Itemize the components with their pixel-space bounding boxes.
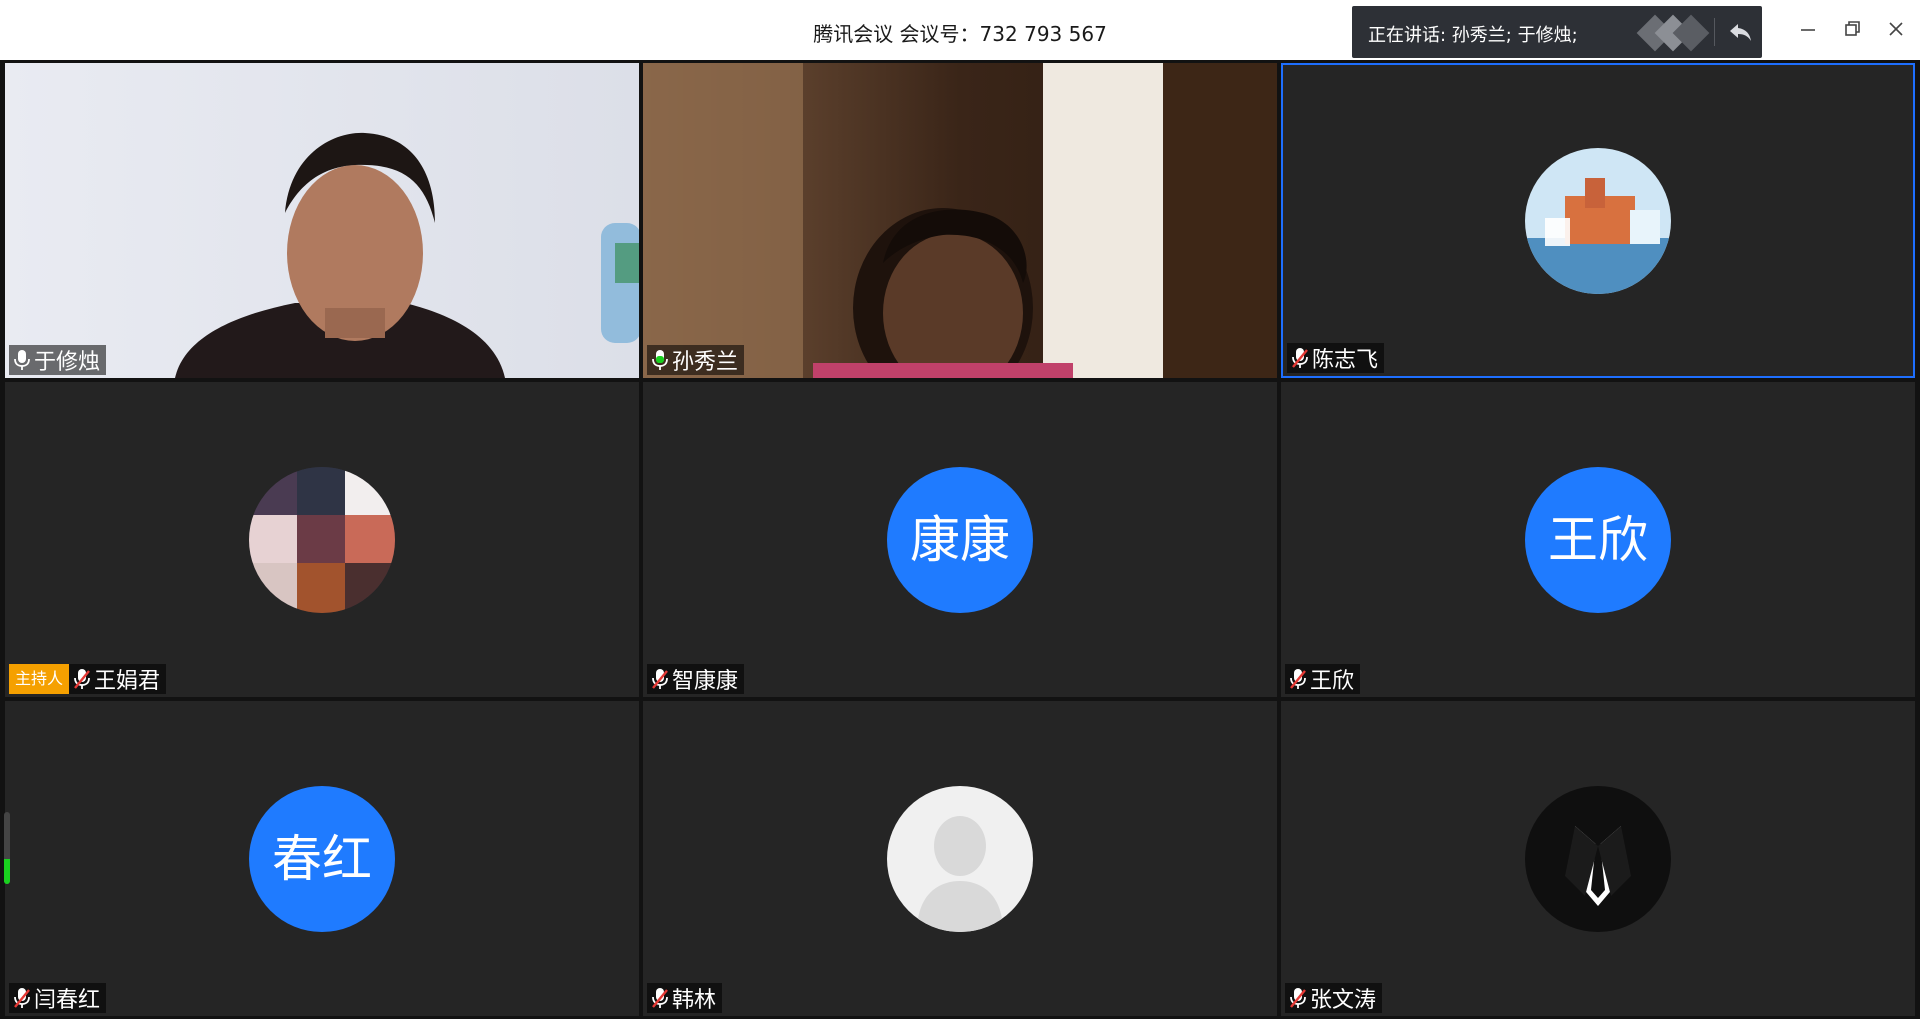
participant-name: 王欣 (1310, 669, 1355, 694)
minimize-icon[interactable] (1793, 14, 1823, 44)
default-avatar-icon (887, 785, 1033, 932)
name-tag: 于修烛 (9, 345, 107, 375)
microphone-muted-icon (1292, 348, 1308, 368)
close-icon[interactable] (1881, 14, 1911, 44)
name-tag: 韩林 (647, 983, 723, 1013)
restore-icon[interactable] (1837, 14, 1867, 44)
name-tag: 孙秀兰 (647, 345, 745, 375)
name-tag: 陈志飞 (1287, 343, 1385, 373)
participant-name: 陈志飞 (1312, 348, 1379, 373)
avatar: 春红 (249, 785, 395, 932)
participant-name: 孙秀兰 (672, 350, 739, 375)
microphone-icon (652, 350, 668, 370)
name-tag: 闫春红 (9, 983, 107, 1013)
name-tag: 王欣 (1285, 664, 1361, 694)
volume-level (4, 858, 10, 884)
avatar (1525, 147, 1671, 294)
participant-tile[interactable]: 张文涛 (1281, 701, 1915, 1016)
avatar: 王欣 (1525, 466, 1671, 613)
participant-tile[interactable]: 康康 智康康 (643, 382, 1277, 697)
participant-name: 张文涛 (1310, 988, 1377, 1013)
participant-name: 王娟君 (94, 669, 161, 694)
video-grid: 于修烛 孙秀兰 陈志飞 主持人 王娟君 康康 智康康 王欣 王欣 春红 闫春红 … (0, 60, 1920, 1019)
volume-meter (4, 812, 10, 884)
name-tag: 智康康 (647, 664, 745, 694)
participant-tile[interactable]: 主持人 王娟君 (5, 382, 639, 697)
microphone-muted-icon (14, 988, 30, 1008)
avatar (249, 466, 395, 613)
participant-name: 于修烛 (34, 350, 101, 375)
participant-name: 韩林 (672, 988, 717, 1013)
microphone-muted-icon (652, 669, 668, 689)
microphone-muted-icon (1290, 988, 1306, 1008)
title-bar: 腾讯会议 会议号：732 793 567 正在讲话: 孙秀兰; 于修烛; (0, 0, 1920, 60)
avatar (1525, 785, 1671, 932)
participant-tile[interactable]: 韩林 (643, 701, 1277, 1016)
microphone-muted-icon (1290, 669, 1306, 689)
microphone-icon (14, 350, 30, 370)
participant-tile[interactable]: 于修烛 (5, 63, 639, 378)
video-feed (5, 63, 639, 378)
reply-icon[interactable] (1726, 18, 1754, 46)
avatar: 康康 (887, 466, 1033, 613)
microphone-muted-icon (652, 988, 668, 1008)
speaking-text: 正在讲话: 孙秀兰; 于修烛; (1368, 25, 1578, 46)
divider (1714, 18, 1715, 46)
participant-tile[interactable]: 王欣 王欣 (1281, 382, 1915, 697)
participant-name: 闫春红 (34, 988, 101, 1013)
video-feed (643, 63, 1277, 378)
speaking-indicator: 正在讲话: 孙秀兰; 于修烛; (1352, 6, 1762, 58)
participant-tile[interactable]: 陈志飞 (1281, 63, 1915, 378)
participant-name: 智康康 (672, 669, 739, 694)
microphone-muted-icon (74, 669, 90, 689)
participant-tile[interactable]: 春红 闫春红 (5, 701, 639, 1016)
host-badge: 主持人 (9, 664, 70, 694)
name-tag: 主持人 王娟君 (9, 664, 167, 694)
name-tag: 张文涛 (1285, 983, 1383, 1013)
speaking-avatars (1636, 14, 1710, 52)
participant-tile[interactable]: 孙秀兰 (643, 63, 1277, 378)
